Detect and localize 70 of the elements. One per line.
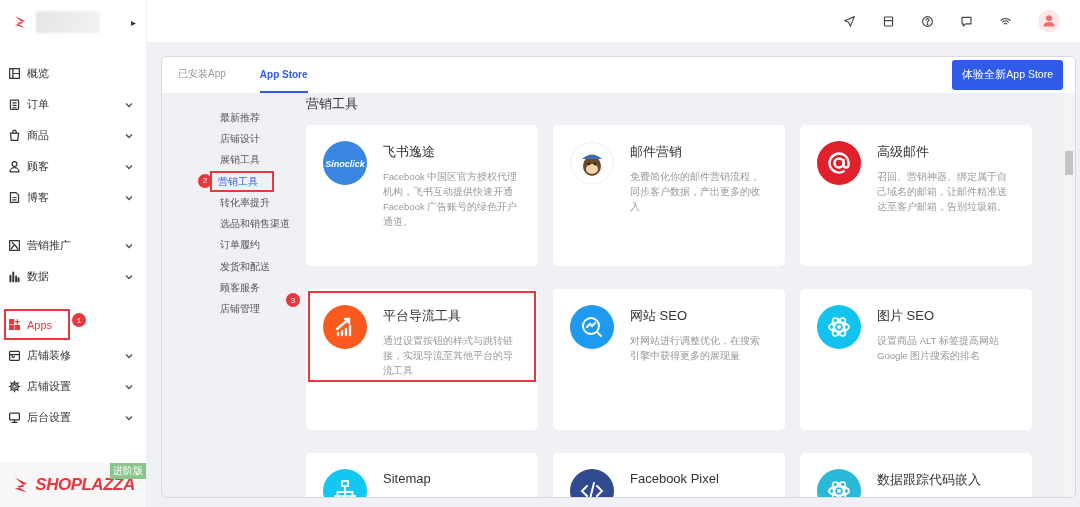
scrollbar[interactable] <box>1063 93 1075 497</box>
sidebar-item[interactable]: 订单 <box>0 89 146 120</box>
monitor-icon <box>8 411 21 424</box>
avatar-icon[interactable] <box>1038 10 1060 32</box>
sidebar-item[interactable]: 营销推广 <box>0 230 146 261</box>
app-description: 对网站进行调整优化，在搜索引擎中获得更多的展现量 <box>630 334 761 363</box>
bag-icon <box>8 129 21 142</box>
category-link[interactable]: 店铺设计 <box>220 128 260 150</box>
sidebar-item[interactable]: 博客 <box>0 182 146 213</box>
chat-icon[interactable] <box>960 14 973 28</box>
edition-badge: 进阶版 <box>110 463 146 479</box>
category-link[interactable]: 展销工具 <box>220 149 260 171</box>
apps-icon <box>8 318 21 331</box>
send-icon[interactable] <box>843 14 856 28</box>
app-card[interactable]: 网站 SEO 对网站进行调整优化，在搜索引擎中获得更多的展现量 <box>553 289 785 430</box>
app-card[interactable]: Sitemap <box>306 453 538 497</box>
tab[interactable]: App Store <box>259 57 308 93</box>
sidebar-item[interactable]: 概览 <box>0 58 146 89</box>
app-card[interactable]: 邮件营销 免费简化你的邮件营销流程，同步客户数据，产出更多的收入 <box>553 125 785 266</box>
category-link[interactable]: 转化率提升 <box>220 192 270 214</box>
bars-icon <box>8 270 21 283</box>
category-link[interactable]: 顾客服务 <box>220 277 260 299</box>
app-card[interactable]: 图片 SEO 设置商品 ALT 标签提高网站 Google 图片搜索的排名 <box>800 289 1032 430</box>
blurred-store-name <box>36 11 100 33</box>
app-card[interactable]: 高级邮件 召回、营销神器。绑定属于自己域名的邮箱，让邮件精准送达至客户邮箱，告别垃圾箱。 <box>800 125 1032 266</box>
category-link[interactable]: 最新推荐 <box>220 107 260 129</box>
sidebar-item[interactable]: 后台设置 <box>0 402 146 433</box>
app-title: Facebook Pixel <box>630 471 719 486</box>
app-description: 免费简化你的邮件营销流程，同步客户数据，产出更多的收入 <box>630 170 761 214</box>
app-card[interactable]: 数据跟踪代码嵌入 <box>800 453 1032 497</box>
app-description: Facebook 中国区官方授权代理机构，飞书互动提供快速开通 Facebook 广告账号的绿色开户通道。 <box>383 170 519 229</box>
app-title: 图片 SEO <box>877 307 936 325</box>
gear-icon <box>8 380 21 393</box>
step-number-badge: 1 <box>72 313 86 327</box>
category-link[interactable]: 选品和销售渠道 <box>220 213 290 235</box>
step-number-badge: 3 <box>286 293 300 307</box>
category-link[interactable]: 店铺管理 <box>220 298 260 320</box>
app-description: 通过设置按钮的样式与跳转链接，实现导流至其他平台的导流工具 <box>383 334 514 378</box>
storefront-icon <box>8 349 21 362</box>
section-title: 营销工具 <box>306 95 359 113</box>
new-app-store-button[interactable]: 体验全新App Store <box>952 60 1063 90</box>
sidebar-item[interactable]: 数据 <box>0 261 146 292</box>
sidebar-item[interactable]: 商品 <box>0 120 146 151</box>
sidebar-item[interactable]: Apps <box>4 309 70 340</box>
app-description: 召回、营销神器。绑定属于自己域名的邮箱，让邮件精准送达至客户邮箱，告别垃圾箱。 <box>877 170 1008 214</box>
app-card[interactable]: Sinoclick 飞书逸途 Facebook 中国区官方授权代理机构，飞书互动提供快速开通 Facebook 广告账号的绿色开户通道。 <box>306 125 538 266</box>
category-link[interactable]: 发货和配送 <box>220 256 270 278</box>
sidebar-item[interactable]: 顾客 <box>0 151 146 182</box>
image-icon <box>8 239 21 252</box>
category-link[interactable]: 营销工具 <box>210 170 274 193</box>
app-title: 平台导流工具 <box>383 307 462 325</box>
store-icon[interactable] <box>882 14 895 28</box>
app-title: Sitemap <box>383 471 431 486</box>
app-logo-icon: Sinoclick <box>323 141 367 185</box>
app-title: 数据跟踪代码嵌入 <box>877 471 981 489</box>
app-title: 高级邮件 <box>877 143 930 161</box>
caret-icon[interactable]: ▸ <box>130 16 136 28</box>
sidebar-item[interactable]: 店铺装修 <box>0 340 146 371</box>
app-description: 设置商品 ALT 标签提高网站 Google 图片搜索的排名 <box>877 334 1000 363</box>
app-title: 飞书逸途 <box>383 143 436 161</box>
person-icon <box>8 160 21 173</box>
category-link[interactable]: 订单履约 <box>220 234 260 257</box>
orders-icon <box>8 98 21 111</box>
doc-icon <box>8 191 21 204</box>
app-card[interactable]: Facebook Pixel <box>553 453 785 497</box>
help-icon[interactable] <box>921 14 934 28</box>
sidebar-item[interactable]: 店铺设置 <box>0 371 146 402</box>
app-title: 邮件营销 <box>630 143 683 161</box>
app-title: 网站 SEO <box>630 307 689 325</box>
overview-icon <box>8 67 21 80</box>
